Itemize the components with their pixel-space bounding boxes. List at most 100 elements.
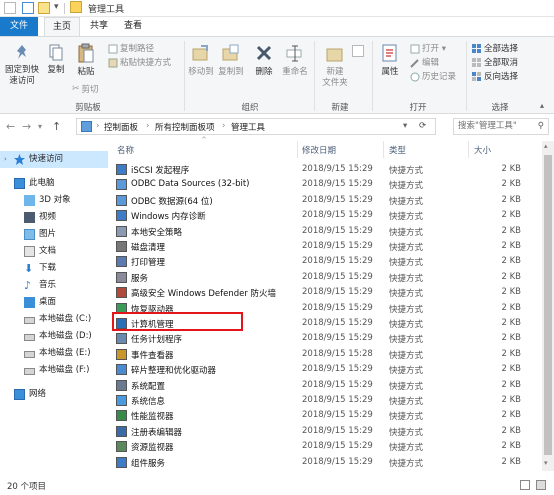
history-button[interactable]: 历史记录 [410,71,456,84]
pin-to-quick-access-button[interactable]: 固定到快速访问 [2,43,42,87]
refresh-icon[interactable]: ⟳ [419,121,426,131]
file-name: 打印管理 [131,258,166,269]
column-separator[interactable] [297,141,298,158]
scroll-up-icon[interactable]: ▴ [544,142,548,150]
copy-path-button[interactable]: 复制路径 [108,43,154,56]
tab-home[interactable]: 主页 [44,17,80,36]
large-icons-view-icon[interactable] [536,480,546,490]
edit-button[interactable]: 编辑 [410,57,439,70]
move-to-button[interactable]: 移动到 [186,43,216,78]
table-row[interactable]: iSCSI 发起程序 2018/9/15 15:29 快捷方式 2 KB [111,162,542,177]
tab-file[interactable]: 文件 [0,17,38,36]
invert-selection-button[interactable]: 反向选择 [472,71,518,84]
crumb-separator-icon[interactable]: › [96,121,99,131]
table-row[interactable]: ODBC 数据源(64 位) 2018/9/15 15:29 快捷方式 2 KB [111,193,542,208]
nav-quick-access[interactable]: › 快速访问 [0,151,108,168]
paste-button[interactable]: 粘贴 [72,43,100,78]
scrollbar-thumb[interactable] [544,155,552,455]
table-row[interactable]: 服务 2018/9/15 15:29 快捷方式 2 KB [111,270,542,285]
file-type: 快捷方式 [389,412,424,423]
address-dropdown-icon[interactable]: ▾ [403,121,407,131]
up-arrow-icon[interactable]: ↑ [52,120,61,133]
table-row[interactable]: 性能监视器 2018/9/15 15:29 快捷方式 2 KB [111,408,542,423]
table-row[interactable]: 碎片整理和优化驱动器 2018/9/15 15:29 快捷方式 2 KB [111,362,542,377]
table-row[interactable]: 系统信息 2018/9/15 15:29 快捷方式 2 KB [111,393,542,408]
file-type: 快捷方式 [389,320,424,330]
nav-label: 本地磁盘 (E:) [39,348,91,358]
rename-button[interactable]: 重命名 [280,43,310,78]
new-item-icon[interactable] [352,45,364,57]
file-size: 2 KB [501,441,521,452]
properties-quick-icon[interactable] [22,2,34,14]
column-header-type[interactable]: 类型 [389,144,406,156]
new-folder-button[interactable]: 新建 文件夹 [318,43,352,89]
back-arrow-icon[interactable]: ← [6,120,15,133]
tab-view[interactable]: 查看 [118,17,148,36]
scroll-down-icon[interactable]: ▾ [544,459,548,467]
breadcrumb-admin-tools[interactable]: 管理工具 [231,121,265,133]
app-icon[interactable] [4,2,16,14]
chevron-down-icon[interactable]: ▾ [54,2,59,12]
open-button[interactable]: 打开 ▾ [410,43,446,56]
nav-label: 本地磁盘 (C:) [39,314,92,324]
cut-button[interactable]: ✂ 剪切 [72,83,99,96]
recent-locations-chevron-icon[interactable]: ▾ [38,122,42,131]
nav-label: 此电脑 [29,178,55,188]
file-name: 服务 [131,273,149,284]
table-row[interactable]: 打印管理 2018/9/15 15:29 快捷方式 2 KB [111,254,542,269]
properties-button[interactable]: 属性 [376,43,404,78]
new-folder-quick-icon[interactable] [38,2,50,14]
address-bar[interactable]: › 控制面板 › 所有控制面板项 › 管理工具 ▾ ⟳ [76,118,436,135]
search-icon[interactable]: ⚲ [538,119,544,134]
forward-arrow-icon[interactable]: → [22,120,31,133]
table-row[interactable]: 资源监视器 2018/9/15 15:29 快捷方式 2 KB [111,439,542,454]
copy-button[interactable]: 复制 [44,43,68,76]
shortcut-icon [116,210,127,222]
file-size: 2 KB [501,271,521,282]
table-row[interactable]: 本地安全策略 2018/9/15 15:29 快捷方式 2 KB [111,224,542,239]
crumb-separator-icon[interactable]: › [222,121,225,131]
details-view-icon[interactable] [520,480,530,490]
column-separator[interactable] [383,141,384,158]
new-folder-label-2: 文件夹 [322,78,348,88]
table-row[interactable]: 磁盘清理 2018/9/15 15:29 快捷方式 2 KB [111,239,542,254]
delete-button[interactable]: 删除 [252,43,276,78]
file-date: 2018/9/15 15:29 [302,179,373,190]
paste-shortcut-button[interactable]: 粘贴快捷方式 [108,57,171,70]
search-input[interactable]: 搜索"管理工具" ⚲ [453,118,549,135]
column-header-name[interactable]: 名称 [117,144,134,156]
breadcrumb-all-items[interactable]: 所有控制面板项 [155,121,215,133]
open-group-label: 打开 [409,103,427,113]
table-row[interactable]: Windows 内存诊断 2018/9/15 15:29 快捷方式 2 KB [111,208,542,223]
tab-share[interactable]: 共享 [84,17,114,36]
vertical-scrollbar[interactable]: ▴ ▾ [542,141,554,471]
delete-x-icon [256,45,272,61]
copy-path-label: 复制路径 [120,44,155,54]
copy-to-icon [222,44,239,61]
column-separator[interactable] [468,141,469,158]
copy-to-button[interactable]: 复制到 [216,43,246,78]
select-none-button[interactable]: 全部取消 [472,57,518,70]
select-all-button[interactable]: 全部选择 [472,43,518,56]
file-type: 快捷方式 [389,458,424,469]
column-header-date[interactable]: 修改日期 [302,144,336,156]
table-row[interactable]: 系统配置 2018/9/15 15:29 快捷方式 2 KB [111,378,542,393]
crumb-separator-icon[interactable]: › [146,121,149,131]
copy-to-label: 复制到 [218,67,244,77]
file-name: Windows 内存诊断 [131,212,206,223]
chevron-right-icon[interactable]: › [4,151,7,168]
nav-label: 网络 [29,389,47,399]
nav-label: 本地磁盘 (F:) [39,365,90,375]
file-type: 快捷方式 [389,166,424,176]
table-row[interactable]: 注册表编辑器 2018/9/15 15:29 快捷方式 2 KB [111,424,542,439]
table-row[interactable]: 组件服务 2018/9/15 15:29 快捷方式 2 KB [111,455,542,470]
column-header-size[interactable]: 大小 [474,144,491,156]
table-row[interactable]: 高级安全 Windows Defender 防火墙 2018/9/15 15:29… [111,285,542,300]
table-row[interactable]: ODBC Data Sources (32-bit) 2018/9/15 15:2… [111,177,542,192]
table-row[interactable]: 事件查看器 2018/9/15 15:28 快捷方式 2 KB [111,347,542,362]
breadcrumb-control-panel[interactable]: 控制面板 [104,121,138,133]
file-size: 2 KB [501,318,521,328]
file-name: 性能监视器 [131,412,174,423]
collapse-ribbon-icon[interactable]: ▴ [540,101,544,110]
table-row[interactable]: 任务计划程序 2018/9/15 15:29 快捷方式 2 KB [111,331,542,346]
